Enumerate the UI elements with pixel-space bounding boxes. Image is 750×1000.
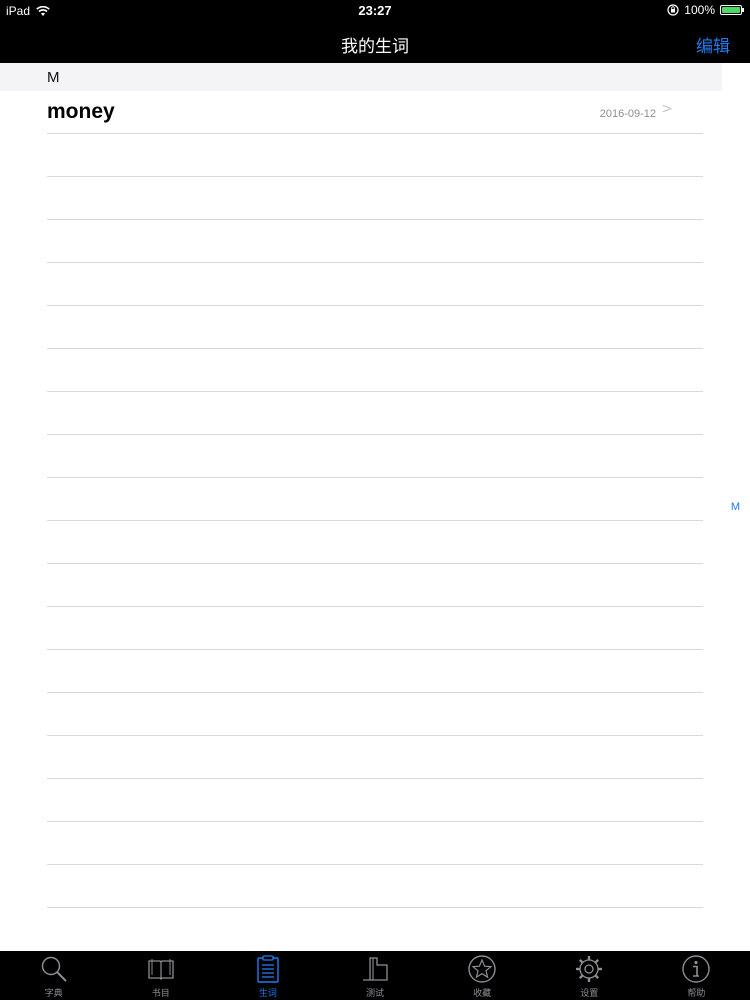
section-letter: M [47,69,60,86]
clipboard-icon [257,955,279,983]
list-item[interactable]: money 2016-09-12 > [47,91,703,134]
empty-row [47,134,703,177]
navigation-bar: 我的生词 编辑 [0,22,750,63]
tab-label: 字典 [44,989,63,999]
book-icon [148,959,174,980]
gear-icon [576,956,603,982]
empty-row [47,478,703,521]
info-icon [682,955,711,983]
empty-row [47,435,703,478]
empty-row [47,177,703,220]
empty-row [47,306,703,349]
rotation-lock-icon [667,4,679,16]
status-right: 100% [667,3,744,17]
empty-row [47,607,703,650]
tab-label: 帮助 [687,989,706,999]
tab-vocabulary[interactable]: 生词 [214,951,321,1000]
tab-test[interactable]: 测试 [321,951,428,1000]
word-list: money 2016-09-12 > [0,91,722,908]
status-time: 23:27 [358,3,392,18]
empty-row [47,521,703,564]
tab-books[interactable]: 书目 [107,951,214,1000]
empty-row [47,779,703,822]
search-icon [41,956,67,982]
section-index-letter[interactable]: M [731,501,740,513]
empty-row [47,865,703,908]
tab-dictionary[interactable]: 字典 [0,951,107,1000]
word-text: money [47,100,115,123]
tab-settings[interactable]: 设置 [536,951,643,1000]
page-title: 我的生词 [341,37,409,57]
status-bar: iPad 23:27 100% [0,0,750,22]
tab-label: 书目 [151,989,170,999]
empty-row [47,693,703,736]
test-icon [362,957,388,981]
empty-row [47,349,703,392]
tab-label: 收藏 [473,989,492,999]
empty-row [47,822,703,865]
tab-favorites[interactable]: 收藏 [429,951,536,1000]
date-text: 2016-09-12 [599,108,656,120]
tab-label: 设置 [580,989,599,999]
tab-label: 测试 [365,989,384,999]
empty-row [47,220,703,263]
battery-icon [720,5,744,15]
tab-label: 生词 [258,989,277,999]
empty-row [47,392,703,435]
section-header: M [0,63,722,91]
edit-button[interactable]: 编辑 [696,32,730,57]
tab-help[interactable]: 帮助 [643,951,750,1000]
empty-row [47,650,703,693]
tab-bar: 字典 书目 生词 测试 收藏 设置 帮助 [0,951,750,1000]
star-icon [468,955,496,983]
empty-row [47,263,703,306]
chevron-right-icon: > [661,101,673,117]
empty-row [47,736,703,779]
battery-percent: 100% [684,3,715,17]
empty-row [47,564,703,607]
